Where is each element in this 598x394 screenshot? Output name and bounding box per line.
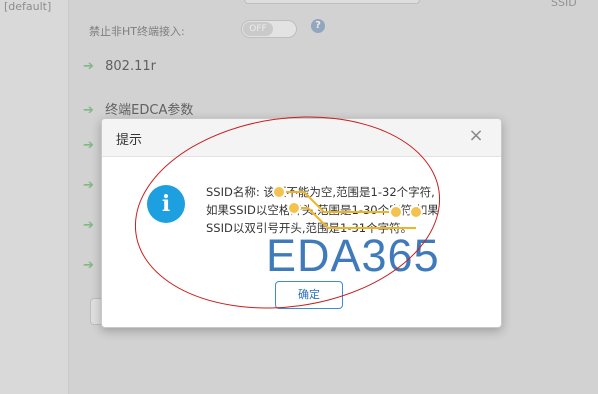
info-icon: i <box>147 185 185 223</box>
eda365-watermark: EDA365 <box>264 180 440 288</box>
close-icon[interactable]: × <box>466 126 486 146</box>
dialog-title: 提示 <box>116 133 143 148</box>
watermark-text: EDA365 <box>266 230 440 281</box>
dialog-header: 提示 × <box>102 119 501 157</box>
